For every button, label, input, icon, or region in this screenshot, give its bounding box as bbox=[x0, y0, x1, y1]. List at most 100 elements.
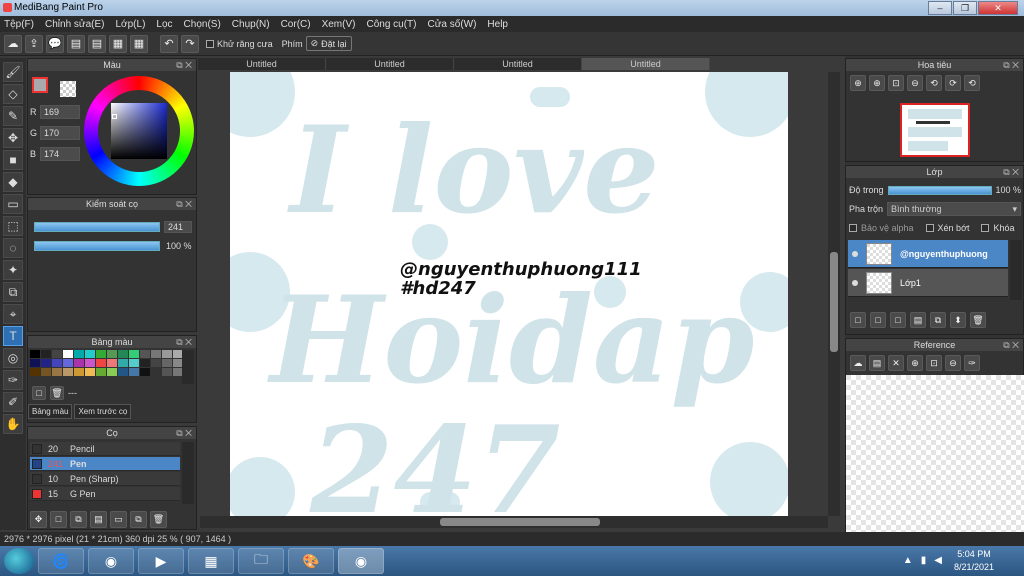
green-input[interactable]: 170 bbox=[40, 126, 80, 140]
eraser-tool-icon[interactable]: ◇ bbox=[3, 84, 23, 104]
document-tab[interactable]: Untitled bbox=[454, 58, 582, 70]
menu-tools[interactable]: Công cụ(T) bbox=[366, 19, 416, 30]
reset-rotation-icon[interactable]: ⟲ bbox=[964, 75, 980, 91]
cloud-icon[interactable]: ☁ bbox=[850, 355, 866, 371]
palette-swatch[interactable] bbox=[129, 368, 139, 376]
brush-size-slider[interactable] bbox=[34, 222, 160, 232]
panel-controls[interactable]: ⧉ ✕ bbox=[176, 198, 192, 210]
add-swatch-button[interactable]: □ bbox=[32, 386, 46, 400]
tray-battery-icon[interactable]: ▮ bbox=[921, 555, 927, 566]
palette-swatch[interactable] bbox=[118, 350, 128, 358]
new-layer-icon[interactable]: □ bbox=[850, 312, 866, 328]
brush-settings-icon[interactable]: ▤ bbox=[90, 511, 107, 528]
menu-file[interactable]: Tệp(F) bbox=[4, 19, 34, 30]
cloud-icon[interactable]: ☁ bbox=[4, 34, 22, 53]
menu-help[interactable]: Help bbox=[487, 19, 508, 30]
cloud-brush-icon[interactable]: ✥ bbox=[30, 511, 47, 528]
redo-button[interactable]: ↷ bbox=[181, 34, 199, 53]
select-pen-tool-icon[interactable]: ⧉ bbox=[3, 282, 23, 302]
move-tool-icon[interactable]: ✥ bbox=[3, 128, 23, 148]
palette-swatch[interactable] bbox=[85, 350, 95, 358]
palette-swatch[interactable] bbox=[85, 359, 95, 367]
palette-swatch[interactable] bbox=[52, 359, 62, 367]
menu-window[interactable]: Cửa số(W) bbox=[428, 19, 477, 30]
palette-swatch[interactable] bbox=[129, 359, 139, 367]
saturation-value-square[interactable] bbox=[111, 103, 167, 159]
panel-controls[interactable]: ⧉ ✕ bbox=[1003, 59, 1019, 71]
palette-swatch[interactable] bbox=[162, 359, 172, 367]
panel-controls[interactable]: ⧉ ✕ bbox=[176, 427, 192, 439]
close-button[interactable]: ✕ bbox=[978, 1, 1018, 15]
palette-swatch[interactable] bbox=[41, 368, 51, 376]
panel-controls[interactable]: ⧉ ✕ bbox=[176, 59, 192, 71]
layer-item[interactable]: @nguyenthuphuong bbox=[848, 240, 1008, 268]
taskbar-app[interactable]: ▦ bbox=[188, 548, 234, 574]
minimize-button[interactable]: – bbox=[928, 1, 952, 15]
tray-expand-icon[interactable]: ▲ bbox=[903, 555, 913, 566]
rotate-right-icon[interactable]: ⟳ bbox=[945, 75, 961, 91]
eyedropper-icon[interactable]: ✑ bbox=[964, 355, 980, 371]
palette-swatch[interactable] bbox=[118, 359, 128, 367]
antialias-toggle[interactable]: Khử răng cưa bbox=[206, 39, 273, 49]
palette-swatch[interactable] bbox=[41, 350, 51, 358]
protect-alpha-checkbox[interactable] bbox=[849, 224, 857, 232]
start-button[interactable] bbox=[4, 548, 34, 574]
panel-controls[interactable]: ⧉ ✕ bbox=[1003, 339, 1019, 351]
menu-color[interactable]: Cor(C) bbox=[281, 19, 311, 30]
palette-swatch[interactable] bbox=[63, 350, 73, 358]
palette-swatch[interactable] bbox=[30, 359, 40, 367]
delete-layer-icon[interactable]: 🗑 bbox=[970, 312, 986, 328]
new-8bit-layer-icon[interactable]: □ bbox=[890, 312, 906, 328]
new-halftone-layer-icon[interactable]: □ bbox=[870, 312, 886, 328]
duplicate-brush-icon[interactable]: ⧉ bbox=[70, 511, 87, 528]
palette-swatch[interactable] bbox=[107, 359, 117, 367]
grid-icon[interactable]: ▦ bbox=[109, 34, 127, 53]
brush-item[interactable]: 15 G Pen bbox=[30, 487, 180, 501]
taskbar-app[interactable]: ▶ bbox=[138, 548, 184, 574]
document-icon[interactable]: ▤ bbox=[67, 34, 85, 53]
palette-swatch[interactable] bbox=[162, 350, 172, 358]
palette-swatch[interactable] bbox=[151, 368, 161, 376]
hand-tool-icon[interactable]: ✋ bbox=[3, 414, 23, 434]
palette-swatch[interactable] bbox=[85, 368, 95, 376]
copy-brush-icon[interactable]: ⧉ bbox=[130, 511, 147, 528]
palette-swatch[interactable] bbox=[118, 368, 128, 376]
bucket-tool-icon[interactable]: ◆ bbox=[3, 172, 23, 192]
taskbar-app[interactable]: ◉ bbox=[88, 548, 134, 574]
color-picker-marker[interactable] bbox=[112, 114, 117, 119]
text-tool-icon[interactable]: T bbox=[3, 326, 23, 346]
eyedropper-tool-icon[interactable]: ✐ bbox=[3, 392, 23, 412]
zoom-in-icon[interactable]: ⊕ bbox=[850, 75, 866, 91]
palette-swatch[interactable] bbox=[74, 350, 84, 358]
visibility-eye-icon[interactable] bbox=[852, 279, 858, 286]
open-folder-icon[interactable]: ▤ bbox=[869, 355, 885, 371]
new-brush-icon[interactable]: □ bbox=[50, 511, 67, 528]
layer-folder-icon[interactable]: ▤ bbox=[910, 312, 926, 328]
antialias-checkbox[interactable] bbox=[206, 39, 214, 48]
panel-controls[interactable]: ⧉ ✕ bbox=[1003, 166, 1019, 178]
duplicate-layer-icon[interactable]: ⧉ bbox=[930, 312, 946, 328]
panel-controls[interactable]: ⧉ ✕ bbox=[176, 336, 192, 348]
delete-brush-icon[interactable]: 🗑 bbox=[150, 511, 167, 528]
palette-swatch[interactable] bbox=[129, 350, 139, 358]
page-icon[interactable]: ▤ bbox=[88, 34, 106, 53]
rotate-left-icon[interactable]: ⟲ bbox=[926, 75, 942, 91]
palette-swatch[interactable] bbox=[140, 368, 150, 376]
palette-swatch[interactable] bbox=[107, 368, 117, 376]
palette-swatch[interactable] bbox=[151, 359, 161, 367]
palette-swatch[interactable] bbox=[30, 350, 40, 358]
menu-snap[interactable]: Chụp(N) bbox=[232, 19, 270, 30]
brush-tool-icon[interactable]: 🖌 bbox=[3, 62, 23, 82]
magic-wand-tool-icon[interactable]: ✦ bbox=[3, 260, 23, 280]
fill-rect-tool-icon[interactable]: ■ bbox=[3, 150, 23, 170]
close-reference-icon[interactable]: ✕ bbox=[888, 355, 904, 371]
brush-item[interactable]: 241 Pen bbox=[30, 457, 180, 471]
tab-brush-preview[interactable]: Xem trước cọ bbox=[74, 404, 132, 419]
upload-icon[interactable]: ⇪ bbox=[25, 34, 43, 53]
palette-swatch[interactable] bbox=[140, 359, 150, 367]
reference-area[interactable] bbox=[846, 375, 1024, 533]
select-tool-icon[interactable]: ⬚ bbox=[3, 216, 23, 236]
brush-opacity-slider[interactable] bbox=[34, 241, 160, 251]
taskbar-app-active[interactable]: ◉ bbox=[338, 548, 384, 574]
gradient-tool-icon[interactable]: ▭ bbox=[3, 194, 23, 214]
